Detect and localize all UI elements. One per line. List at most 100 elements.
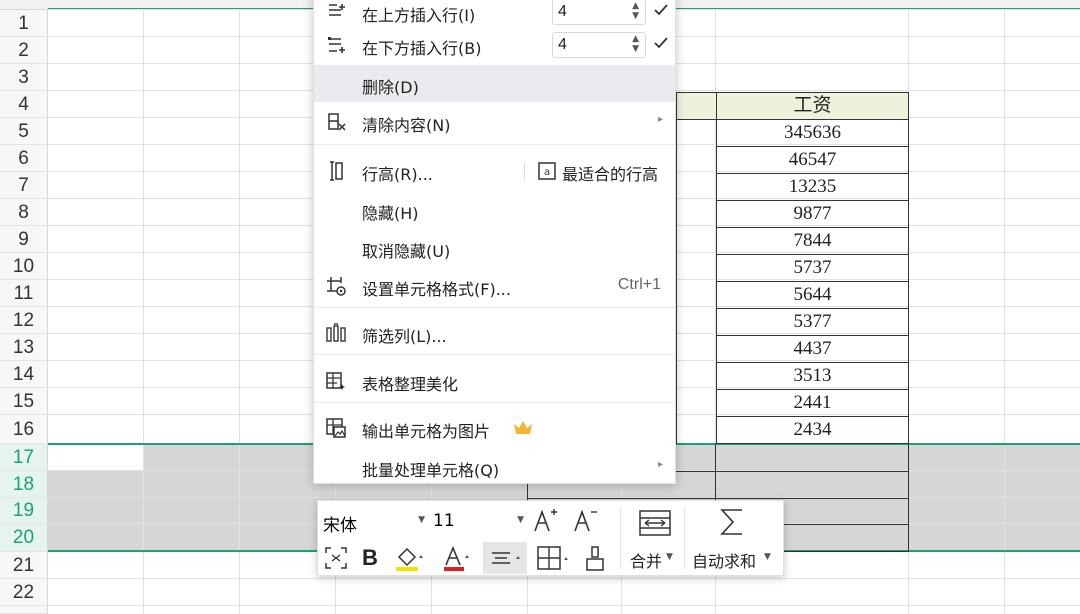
row-header[interactable]: 19: [0, 498, 48, 524]
menu-item-beautify-table[interactable]: 表格整理美化: [314, 362, 675, 399]
wage-cell[interactable]: 5737: [716, 255, 909, 282]
menu-separator: [314, 402, 675, 403]
menu-item-label: 隐藏(H): [362, 204, 419, 223]
format-cells-icon: [327, 277, 346, 296]
row-header[interactable]: 4: [0, 91, 48, 118]
wage-cell[interactable]: 9877: [716, 201, 909, 228]
menu-item-filter-column[interactable]: 筛选列(L)...: [314, 314, 675, 351]
menu-item-batch-process[interactable]: 批量处理单元格(Q) ▸: [314, 448, 675, 485]
best-fit-height-icon: a: [538, 162, 556, 180]
font-color-icon[interactable]: [442, 545, 472, 573]
shortcut-text: Ctrl+1: [617, 276, 661, 293]
sum-icon[interactable]: [718, 507, 746, 537]
insert-below-count-input[interactable]: 4 ▲ ▼: [552, 32, 646, 58]
row-header[interactable]: 8: [0, 199, 48, 226]
insert-above-count-input[interactable]: 4 ▲ ▼: [552, 0, 646, 25]
fill-color-icon[interactable]: [394, 545, 424, 573]
filter-columns-icon: [326, 323, 346, 342]
grid-row-line: [48, 578, 1080, 579]
menu-item-label: 删除(D): [362, 78, 419, 97]
wage-cell[interactable]: 7844: [716, 228, 909, 255]
dropdown-arrow-icon: ▼: [666, 552, 673, 562]
row-header[interactable]: 5: [0, 118, 48, 145]
wage-cell[interactable]: 5377: [716, 309, 909, 336]
menu-item-delete[interactable]: 删除(D): [314, 65, 675, 102]
format-painter-icon[interactable]: [584, 545, 606, 573]
row-header[interactable]: 14: [0, 361, 48, 388]
row-header[interactable]: 12: [0, 307, 48, 334]
wage-cell[interactable]: 2441: [716, 390, 909, 417]
menu-separator: [314, 354, 675, 355]
font-size-select[interactable]: 11 ▼: [430, 507, 526, 535]
menu-item-format-cells[interactable]: 设置单元格格式(F)... Ctrl+1: [314, 267, 675, 304]
table-left-border: [676, 120, 717, 444]
wage-cell[interactable]: 345636: [716, 120, 909, 147]
spinner-arrows-icon[interactable]: ▲ ▼: [632, 1, 639, 21]
confirm-check-icon[interactable]: [652, 1, 670, 19]
dropdown-arrow-icon[interactable]: ▼: [517, 515, 524, 525]
wage-cell[interactable]: 13235: [716, 174, 909, 201]
row-header[interactable]: 18: [0, 471, 48, 498]
row-header[interactable]: 17: [0, 444, 48, 471]
menu-item-row-height[interactable]: 行高(R)... a 最适合的行高: [314, 152, 675, 189]
row-header[interactable]: 1: [0, 10, 48, 37]
row-header[interactable]: 15: [0, 388, 48, 415]
wage-header-cell[interactable]: 工资: [716, 92, 909, 120]
table-header-left-cell[interactable]: [676, 92, 716, 120]
bold-button[interactable]: B: [362, 545, 378, 571]
dropdown-arrow-icon[interactable]: ▼: [418, 515, 425, 525]
spinner-arrows-icon[interactable]: ▲ ▼: [632, 34, 639, 54]
row-header[interactable]: 3: [0, 64, 48, 91]
wage-cell[interactable]: 2434: [716, 417, 909, 444]
wage-cell[interactable]: 5644: [716, 282, 909, 309]
row-header[interactable]: 9: [0, 226, 48, 253]
submenu-arrow-icon: ▸: [657, 459, 663, 470]
row-header[interactable]: 16: [0, 415, 48, 444]
row-header[interactable]: 22: [0, 579, 48, 606]
row-header[interactable]: 7: [0, 172, 48, 199]
menu-item-label: 在上方插入行(I): [362, 6, 476, 25]
menu-item-label: 设置单元格格式(F)...: [362, 280, 511, 299]
borders-icon[interactable]: [536, 545, 572, 571]
svg-text:a: a: [544, 167, 550, 178]
merge-cells-icon[interactable]: [638, 509, 672, 537]
menu-item-unhide[interactable]: 取消隐藏(U): [314, 229, 675, 266]
align-center-button[interactable]: [483, 542, 527, 574]
row-header[interactable]: 2: [0, 37, 48, 64]
menu-item-label: 清除内容(N): [362, 116, 451, 135]
increase-font-size-icon[interactable]: [532, 507, 558, 535]
crown-icon: [514, 421, 532, 434]
wage-cell[interactable]: 46547: [716, 147, 909, 174]
toolbar-separator: [620, 507, 621, 569]
wage-column: 工资 345636 46547 13235 9877 7844 5737 5644 5377 4…: [716, 92, 909, 444]
decrease-font-size-icon[interactable]: [572, 507, 598, 535]
menu-item-label: 输出单元格为图片: [362, 422, 491, 441]
row-header[interactable]: 13: [0, 334, 48, 361]
row-header[interactable]: 11: [0, 280, 48, 307]
menu-item-clear-contents[interactable]: 清除内容(N) ▸: [314, 103, 675, 140]
menu-item-label: 取消隐藏(U): [362, 242, 451, 261]
font-family-select[interactable]: 宋体 ▼: [320, 507, 427, 536]
row-header[interactable]: 6: [0, 145, 48, 172]
menu-item-hide[interactable]: 隐藏(H): [314, 191, 675, 228]
menu-separator: [314, 307, 675, 308]
table-border-line: [908, 444, 909, 551]
submenu-arrow-icon: ▸: [657, 114, 663, 125]
option-separator: [524, 162, 525, 180]
row-header[interactable]: 10: [0, 253, 48, 280]
wage-cell[interactable]: 4437: [716, 336, 909, 363]
convert-format-icon[interactable]: [324, 546, 348, 570]
menu-item-label: 表格整理美化: [362, 375, 459, 394]
insert-row-below-icon: [328, 37, 345, 53]
align-middle-icon: [492, 552, 520, 564]
row-header[interactable]: 21: [0, 552, 48, 579]
row-header[interactable]: 20: [0, 524, 48, 552]
wage-cell[interactable]: 3513: [716, 363, 909, 390]
best-fit-row-height-option[interactable]: a 最适合的行高: [524, 152, 674, 189]
menu-item-export-image[interactable]: 输出单元格为图片: [314, 409, 675, 446]
row-context-menu: 在上方插入行(I) 4 ▲ ▼ 在下方插入行(B) 4 ▲ ▼ 删除(D) 清除内容(N…: [313, 0, 676, 484]
row-height-icon: [330, 161, 343, 181]
row-header[interactable]: [0, 606, 48, 614]
confirm-check-icon[interactable]: [652, 34, 670, 52]
menu-item-insert-below[interactable]: 在下方插入行(B) 4 ▲ ▼: [314, 26, 675, 63]
